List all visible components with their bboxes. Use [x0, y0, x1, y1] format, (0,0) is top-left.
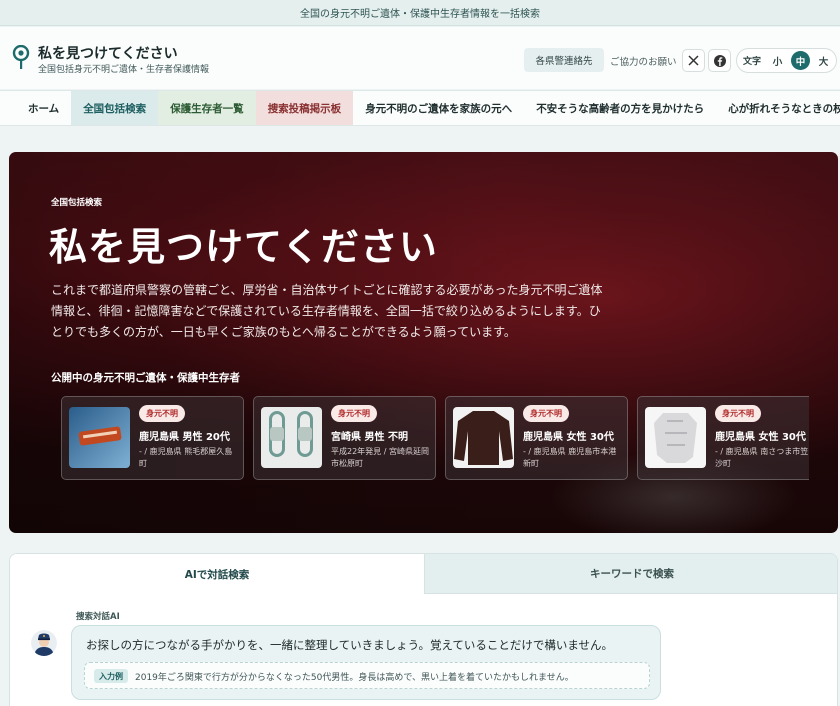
nav-nationwide-search[interactable]: 全国包括検索 [71, 91, 159, 125]
site-title[interactable]: 私を見つけてください [38, 43, 178, 63]
hero-eyebrow: 全国包括検索 [51, 198, 103, 208]
input-example[interactable]: 入力例 2019年ごろ関東で行方が分からなくなった50代男性。身長は高めで、黒い… [84, 662, 650, 689]
nav-protected-list[interactable]: 保護生存者一覧 [158, 91, 256, 125]
x-share-button[interactable] [682, 49, 705, 72]
status-badge: 身元不明 [331, 405, 377, 422]
nav-elderly-guide[interactable]: 不安そうな高齢者の方を見かけたら [524, 91, 716, 125]
case-card[interactable]: 身元不明 宮崎県 男性 不明 平成22年発見 / 宮崎県延岡市松原町 [253, 396, 436, 480]
sweater-image [454, 411, 513, 465]
nav-home[interactable]: ホーム [16, 91, 71, 125]
case-title: 鹿児島県 男性 20代 [139, 432, 230, 443]
hero-description: これまで都道府県警察の管轄ごと、厚労省・自治体サイトごとに確認する必要があった身… [51, 283, 603, 339]
facebook-icon [713, 54, 726, 67]
font-size-small[interactable]: 小 [768, 51, 787, 70]
case-title: 宮崎県 男性 不明 [331, 432, 408, 443]
case-location: 平成22年発見 / 宮崎県延岡市松原町 [331, 447, 429, 468]
font-size-medium[interactable]: 中 [791, 51, 811, 70]
hero-title: 私を見つけてください [49, 225, 438, 269]
nav-search-board[interactable]: 捜索投稿掲示板 [255, 91, 354, 125]
font-size-large[interactable]: 大 [814, 51, 833, 70]
top-announcement-bar: 全国の身元不明ご遺体・保護中生存者情報を一括検索 [0, 0, 840, 26]
tab-ai-chat[interactable]: AIで対話検索 [10, 554, 424, 594]
status-badge: 身元不明 [715, 405, 761, 422]
hero-section: 全国包括検索 私を見つけてください これまで都道府県警察の管轄ごと、厚労省・自治… [9, 152, 838, 533]
case-photo [453, 407, 514, 468]
search-panel: AIで対話検索 キーワードで検索 捜索対話AI お探しの方につながる手がかりを、… [9, 553, 838, 706]
case-location: - / 鹿児島県 南さつま市笠沙町 [715, 447, 809, 468]
garment-image [654, 413, 697, 463]
case-card[interactable]: 身元不明 鹿児島県 男性 20代 - / 鹿児島県 熊毛郡屋久島町 [61, 396, 244, 480]
nav-unidentified-remains[interactable]: 身元不明のご遺体を家族の元へ [353, 91, 524, 125]
police-avatar-icon [31, 630, 57, 656]
cards-heading: 公開中の身元不明ご遺体・保護中生存者 [51, 372, 240, 384]
top-announcement-text: 全国の身元不明ご遺体・保護中生存者情報を一括検索 [300, 9, 540, 20]
case-card[interactable]: 身元不明 鹿児島県 女性 30代 - / 鹿児島県 南さつま市笠沙町 [637, 396, 809, 480]
example-text: 2019年ごろ関東で行方が分からなくなった50代男性。身長は高めで、黒い上着を着… [135, 673, 574, 683]
font-size-switcher: 文字 小 中 大 [736, 48, 837, 73]
search-tabs: AIで対話検索 キーワードで検索 [10, 554, 837, 594]
ai-assistant-label: 捜索対話AI [76, 612, 120, 622]
main-nav: ホーム 全国包括検索 保護生存者一覧 捜索投稿掲示板 身元不明のご遺体を家族の元… [0, 90, 840, 126]
case-title: 鹿児島県 女性 30代 [715, 432, 806, 443]
status-badge: 身元不明 [523, 405, 569, 422]
nav-support-cane[interactable]: 心が折れそうなときの杖 [716, 91, 840, 125]
assistant-avatar [31, 630, 57, 656]
logo-pin-icon[interactable] [12, 45, 30, 71]
case-title: 鹿児島県 女性 30代 [523, 432, 614, 443]
status-badge: 身元不明 [139, 405, 185, 422]
x-icon [688, 55, 699, 66]
case-photo [645, 407, 706, 468]
font-size-label: 文字 [743, 57, 762, 67]
tab-keyword[interactable]: キーワードで検索 [424, 554, 837, 594]
assistant-message-bubble: お探しの方につながる手がかりを、一緒に整理していきましょう。覚えていることだけで… [71, 625, 661, 700]
support-link[interactable]: ご協力のお願い [610, 54, 677, 68]
case-photo [261, 407, 322, 468]
example-tag: 入力例 [94, 669, 128, 683]
site-subtitle: 全国包括身元不明ご遺体・生存者保護情報 [38, 65, 210, 75]
case-location: - / 鹿児島県 鹿児島市本港新町 [523, 447, 617, 468]
assistant-message: お探しの方につながる手がかりを、一緒に整理していきましょう。覚えていることだけで… [86, 638, 614, 652]
case-card-carousel: 身元不明 鹿児島県 男性 20代 - / 鹿児島県 熊毛郡屋久島町 身元不明 宮… [61, 396, 809, 480]
case-location: - / 鹿児島県 熊毛郡屋久島町 [139, 447, 233, 468]
facebook-share-button[interactable] [708, 49, 731, 72]
case-card[interactable]: 身元不明 鹿児島県 女性 30代 - / 鹿児島県 鹿児島市本港新町 [445, 396, 628, 480]
police-contacts-button[interactable]: 各県警連絡先 [524, 48, 604, 72]
case-photo [69, 407, 130, 468]
